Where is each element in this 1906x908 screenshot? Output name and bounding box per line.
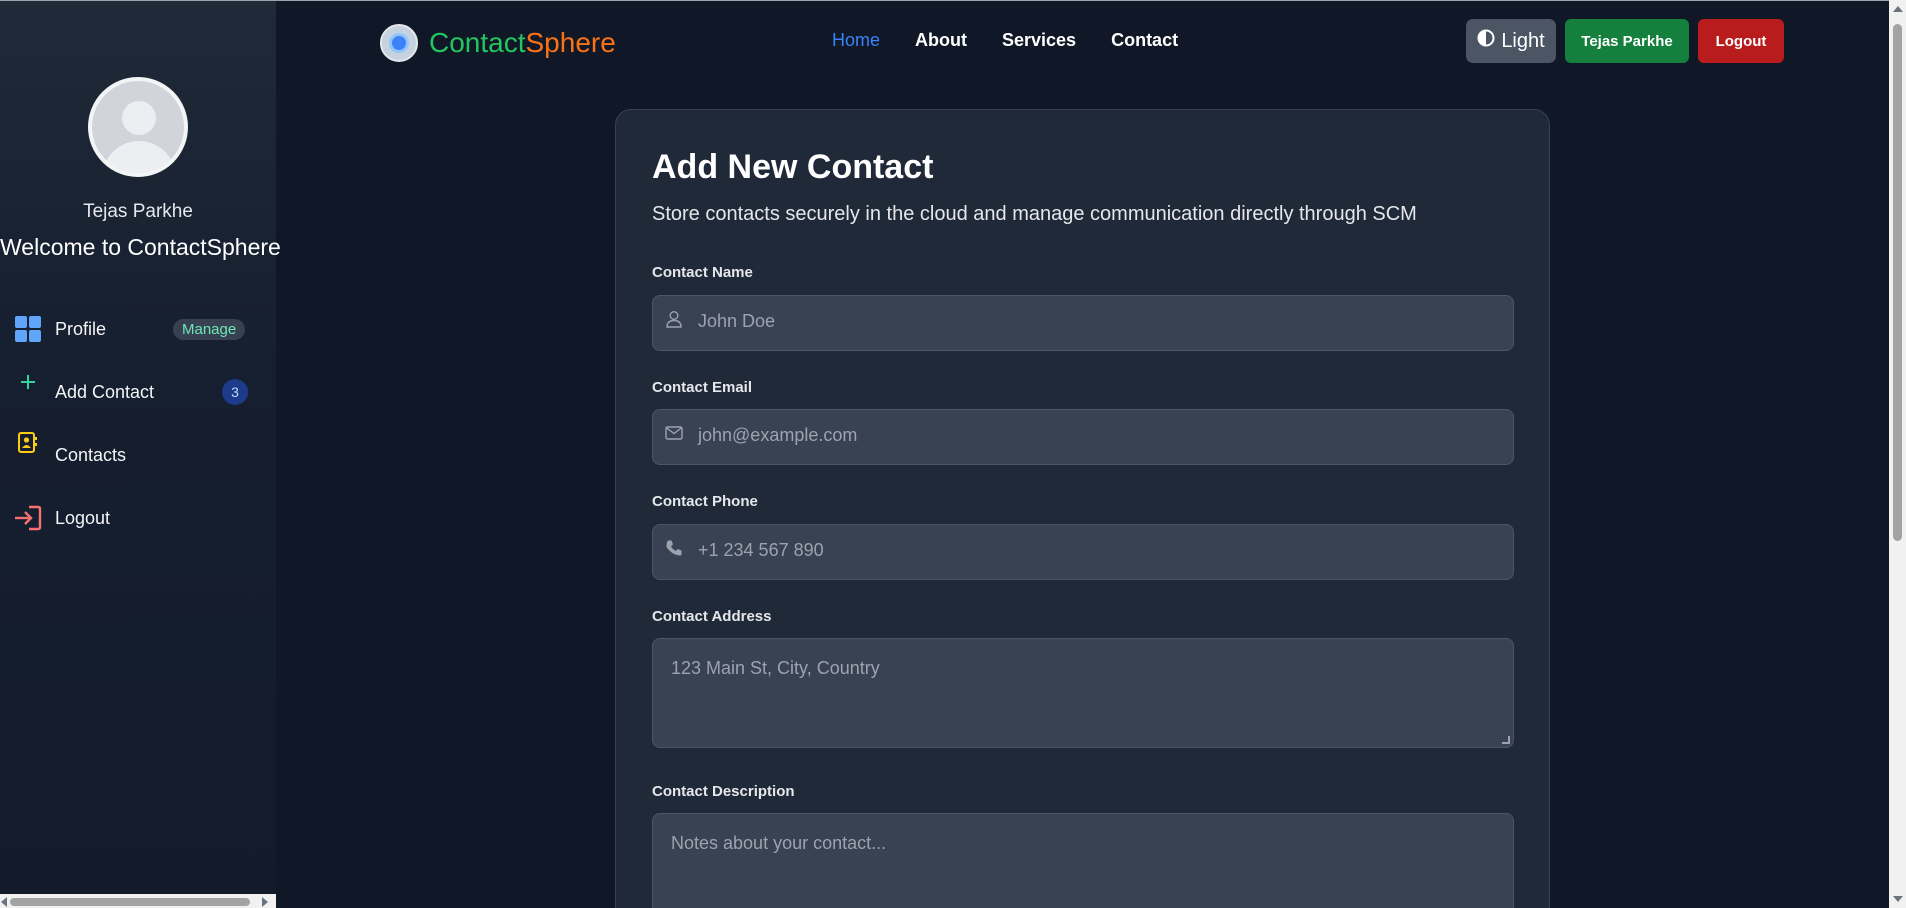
- sidebar-item-label: Add Contact: [55, 381, 155, 402]
- brand[interactable]: ContactSphere: [380, 24, 616, 62]
- plus-icon: [14, 368, 42, 396]
- nav-link-home[interactable]: Home: [832, 30, 880, 51]
- page-subtitle: Store contacts securely in the cloud and…: [652, 203, 1417, 225]
- contact-phone-label: Contact Phone: [652, 493, 758, 510]
- phone-icon: [665, 539, 683, 557]
- sidebar-item-label: Logout: [55, 507, 111, 528]
- contact-address-placeholder: 123 Main St, City, Country: [671, 658, 880, 678]
- resize-handle[interactable]: [1502, 736, 1510, 744]
- brand-name-part1: Contact: [429, 27, 526, 58]
- avatar[interactable]: [88, 77, 188, 177]
- contact-email-label: Contact Email: [652, 379, 753, 396]
- sidebar-welcome: Welcome to ContactSphere: [0, 234, 281, 260]
- half-circle-icon: [1477, 29, 1495, 53]
- vertical-scrollbar[interactable]: [1889, 0, 1906, 908]
- contact-phone-placeholder: +1 234 567 890: [698, 540, 824, 560]
- scrollbar-thumb[interactable]: [1893, 24, 1902, 541]
- contact-name-placeholder: John Doe: [698, 311, 776, 331]
- grid-icon: [14, 315, 42, 343]
- add-contact-card: Add New Contact Store contacts securely …: [615, 109, 1550, 908]
- contact-phone-field[interactable]: +1 234 567 890: [652, 524, 1514, 580]
- theme-toggle-label: Light: [1501, 29, 1545, 52]
- nav-link-contact[interactable]: Contact: [1111, 30, 1178, 51]
- window-top-border: [0, 0, 1906, 1]
- sidebar-item-logout[interactable]: Logout: [0, 496, 276, 540]
- contact-address-textarea[interactable]: 123 Main St, City, Country: [652, 638, 1514, 748]
- contact-name-label: Contact Name: [652, 264, 753, 281]
- brand-name-part2: Sphere: [525, 27, 616, 58]
- count-badge: 3: [222, 379, 248, 405]
- theme-toggle-button[interactable]: Light: [1466, 19, 1556, 63]
- sidebar-item-profile[interactable]: Profile Manage: [0, 307, 276, 351]
- scroll-down-arrow[interactable]: [1893, 896, 1903, 902]
- scroll-right-arrow[interactable]: [262, 897, 268, 907]
- sidebar-item-contacts[interactable]: Contacts: [0, 432, 276, 477]
- nav-link-services[interactable]: Services: [1002, 30, 1076, 51]
- avatar-body: [102, 141, 176, 173]
- contact-description-label: Contact Description: [652, 783, 795, 800]
- sidebar: Tejas Parkhe Welcome to ContactSphere Pr…: [0, 1, 281, 908]
- logout-button[interactable]: Logout: [1698, 19, 1784, 63]
- address-book-icon: [14, 429, 42, 457]
- contact-email-field[interactable]: john@example.com: [652, 409, 1514, 465]
- avatar-head: [122, 101, 156, 135]
- contact-description-placeholder: Notes about your contact...: [671, 833, 887, 853]
- nav-link-about[interactable]: About: [915, 30, 967, 51]
- brand-name: ContactSphere: [429, 27, 616, 59]
- manage-badge: Manage: [173, 318, 246, 340]
- logout-icon: [14, 504, 42, 532]
- envelope-icon: [665, 424, 683, 442]
- contact-description-textarea[interactable]: Notes about your contact...: [652, 813, 1514, 908]
- user-icon: [665, 310, 683, 328]
- contact-email-placeholder: john@example.com: [698, 425, 858, 445]
- sidebar-item-add-contact[interactable]: Add Contact 3: [0, 370, 276, 414]
- page-title: Add New Contact: [652, 148, 934, 186]
- horizontal-scrollbar[interactable]: [0, 894, 276, 908]
- user-button[interactable]: Tejas Parkhe: [1565, 19, 1689, 63]
- brand-logo-icon: [380, 24, 418, 62]
- sidebar-user-name: Tejas Parkhe: [83, 201, 193, 222]
- scroll-up-arrow[interactable]: [1893, 6, 1903, 12]
- sidebar-item-label: Contacts: [55, 444, 127, 465]
- scroll-left-arrow[interactable]: [1, 897, 7, 907]
- sidebar-item-label: Profile: [55, 318, 107, 339]
- contact-name-field[interactable]: John Doe: [652, 295, 1514, 351]
- contact-address-label: Contact Address: [652, 608, 772, 625]
- main-nav: Home About Services Contact: [832, 30, 1213, 51]
- scrollbar-thumb[interactable]: [10, 898, 250, 906]
